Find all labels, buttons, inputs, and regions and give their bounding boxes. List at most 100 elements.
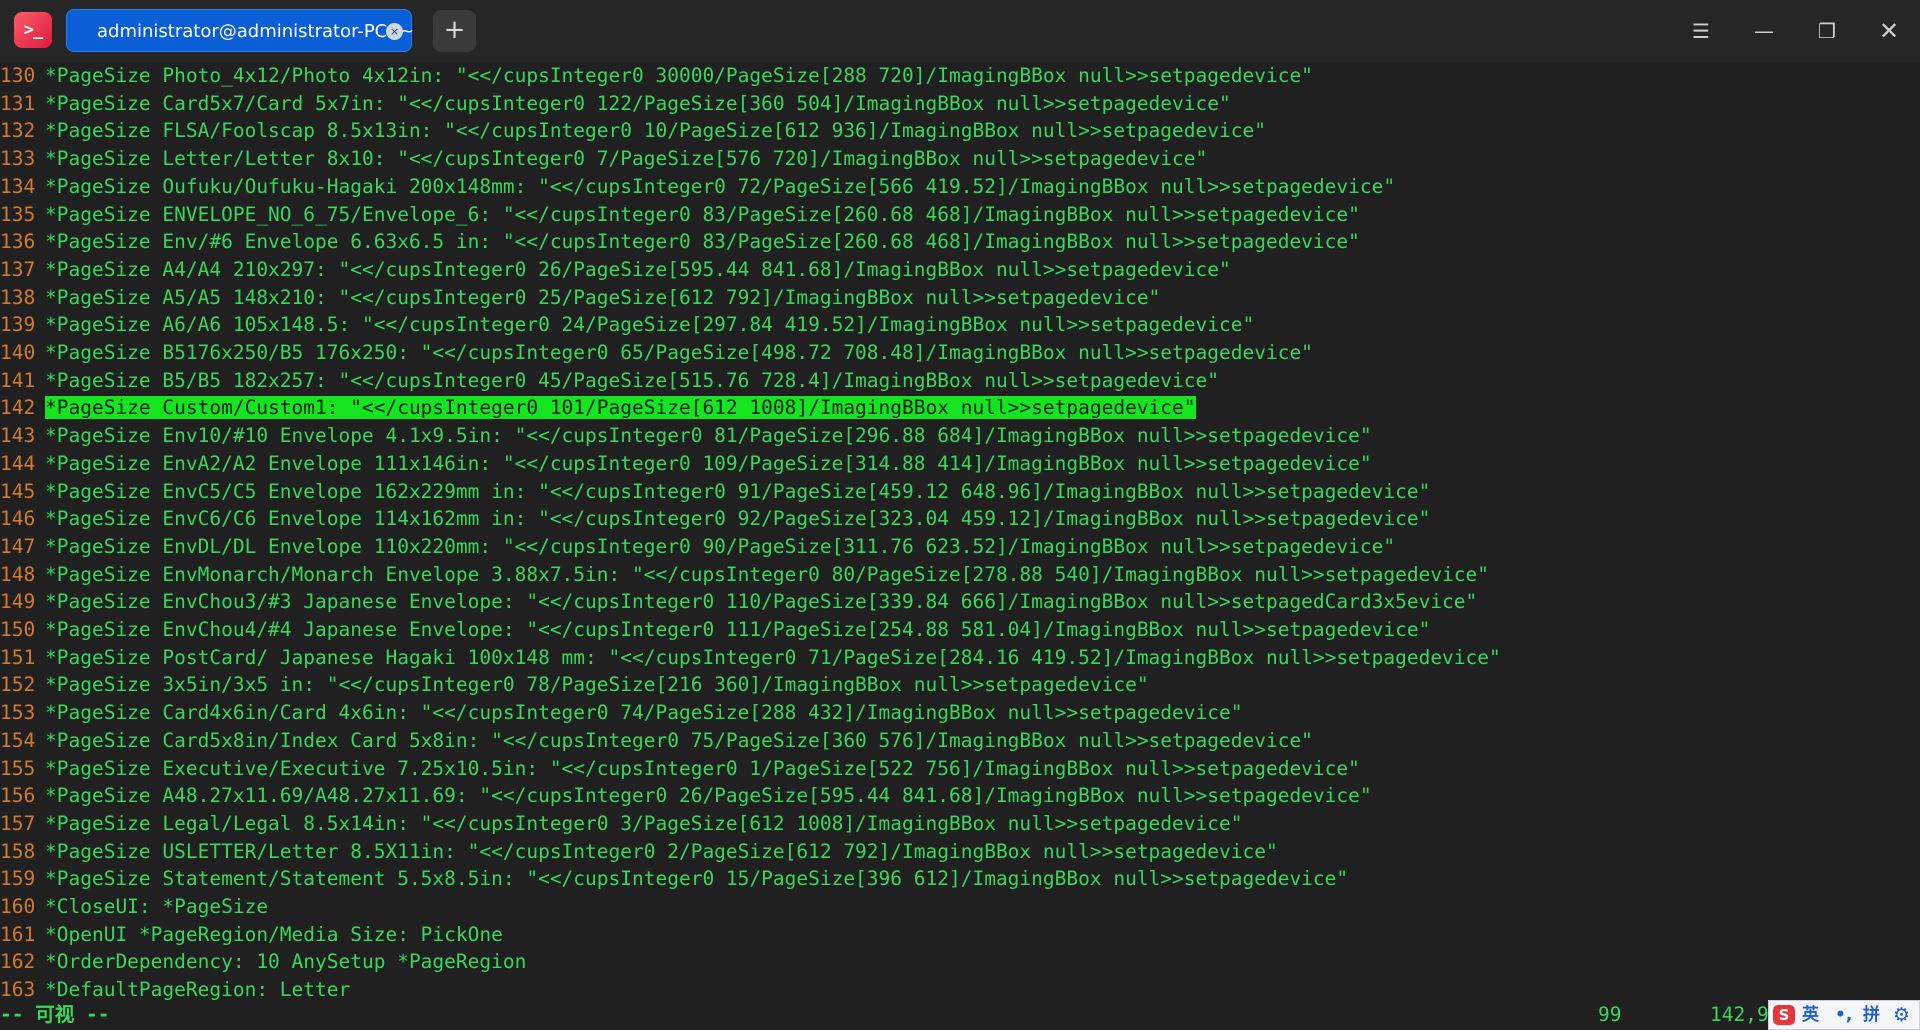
terminal-line[interactable]: 132 *PageSize FLSA/Foolscap 8.5x13in: "<<… — [0, 117, 1266, 144]
line-text: *PageSize Env10/#10 Envelope 4.1x9.5in: … — [45, 424, 1372, 448]
terminal-text-area[interactable]: 130 *PageSize Photo_4x12/Photo 4x12in: "<… — [0, 62, 1920, 1008]
terminal-line[interactable]: 143 *PageSize Env10/#10 Envelope 4.1x9.5i… — [0, 422, 1372, 449]
maximize-icon[interactable]: ❐ — [1807, 12, 1847, 50]
minimize-icon[interactable]: — — [1744, 12, 1784, 50]
terminal-line[interactable]: 161 *OpenUI *PageRegion/Media Size: PickO… — [0, 921, 503, 948]
ime-punctuation-toggle[interactable]: •, — [1835, 1001, 1852, 1029]
terminal-line[interactable]: 158 *PageSize USLETTER/Letter 8.5X11in: "… — [0, 838, 1278, 865]
line-text: *PageSize 3x5in/3x5 in: "<</cupsInteger0… — [45, 673, 1149, 697]
terminal-line[interactable]: 137 *PageSize A4/A4 210x297: "<</cupsInte… — [0, 256, 1231, 283]
terminal-line[interactable]: 153 *PageSize Card4x6in/Card 4x6in: "<</c… — [0, 699, 1242, 726]
gear-icon[interactable]: ⚙ — [1893, 1001, 1910, 1029]
terminal-line[interactable]: 152 *PageSize 3x5in/3x5 in: "<</cupsInteg… — [0, 671, 1149, 698]
line-number: 158 — [0, 839, 36, 863]
line-number: 147 — [0, 534, 36, 558]
ime-language-toggle[interactable]: 英 — [1802, 1001, 1819, 1029]
terminal-line[interactable]: 162 *OrderDependency: 10 AnySetup *PageRe… — [0, 948, 526, 975]
tab-title: administrator@administrator-PC: ~ — [97, 21, 415, 42]
line-number: 141 — [0, 368, 36, 392]
line-number: 135 — [0, 202, 36, 226]
line-text: *PageSize Oufuku/Oufuku-Hagaki 200x148mm… — [45, 174, 1396, 198]
terminal-line[interactable]: 134 *PageSize Oufuku/Oufuku-Hagaki 200x14… — [0, 173, 1395, 200]
terminal-line[interactable]: 145 *PageSize EnvC5/C5 Envelope 162x229mm… — [0, 478, 1430, 505]
line-text: *PageSize Card5x7/Card 5x7in: "<</cupsIn… — [45, 91, 1231, 115]
menu-icon[interactable]: ☰ — [1681, 12, 1721, 50]
terminal-line[interactable]: 138 *PageSize A5/A5 148x210: "<</cupsInte… — [0, 284, 1160, 311]
terminal-line[interactable]: 155 *PageSize Executive/Executive 7.25x10… — [0, 755, 1360, 782]
line-number: 130 — [0, 64, 36, 87]
selected-line[interactable]: 142 *PageSize Custom/Custom1: "<</cupsInt… — [0, 394, 1196, 421]
terminal-line[interactable]: 130 *PageSize Photo_4x12/Photo 4x12in: "<… — [0, 62, 1313, 89]
line-text: *OpenUI *PageRegion/Media Size: PickOne — [45, 922, 503, 946]
line-number: 161 — [0, 922, 36, 946]
line-number: 162 — [0, 950, 36, 974]
terminal-line[interactable]: 139 *PageSize A6/A6 105x148.5: "<</cupsIn… — [0, 311, 1254, 338]
line-text: *PageSize ENVELOPE_NO_6_75/Envelope_6: "… — [45, 202, 1360, 226]
line-text: *PageSize Executive/Executive 7.25x10.5i… — [45, 756, 1360, 780]
line-number: 137 — [0, 257, 36, 281]
line-text: *PageSize EnvA2/A2 Envelope 111x146in: "… — [45, 451, 1372, 475]
line-text: *PageSize Legal/Legal 8.5x14in: "<</cups… — [45, 811, 1243, 835]
tab-terminal-session[interactable]: administrator@administrator-PC: ~ × — [66, 9, 415, 52]
line-number: 154 — [0, 728, 36, 752]
line-number: 144 — [0, 451, 36, 475]
vim-status-line: -- 可视 -- 99 142,9 — [0, 1000, 1920, 1030]
line-number: 159 — [0, 867, 36, 891]
line-text: *PageSize Letter/Letter 8x10: "<</cupsIn… — [45, 147, 1208, 171]
line-text: *PageSize EnvDL/DL Envelope 110x220mm: "… — [45, 534, 1396, 558]
line-text: *PageSize PostCard/ Japanese Hagaki 100x… — [45, 645, 1501, 669]
line-number: 132 — [0, 119, 36, 143]
line-number: 146 — [0, 507, 36, 531]
terminal-line[interactable]: 140 *PageSize B5176x250/B5 176x250: "<</c… — [0, 339, 1313, 366]
line-text: *PageSize B5/B5 182x257: "<</cupsInteger… — [45, 368, 1219, 392]
vim-mode-indicator: -- 可视 -- — [0, 1003, 110, 1026]
terminal-line[interactable]: 133 *PageSize Letter/Letter 8x10: "<</cup… — [0, 145, 1207, 172]
terminal-line[interactable]: 159 *PageSize Statement/Statement 5.5x8.5… — [0, 865, 1348, 892]
terminal-line[interactable]: 146 *PageSize EnvC6/C6 Envelope 114x162mm… — [0, 505, 1430, 532]
terminal-line[interactable]: 148 *PageSize EnvMonarch/Monarch Envelope… — [0, 561, 1489, 588]
terminal-line[interactable]: 144 *PageSize EnvA2/A2 Envelope 111x146in… — [0, 450, 1372, 477]
line-number: 156 — [0, 784, 36, 808]
line-number: 153 — [0, 701, 36, 725]
terminal-line[interactable]: 136 *PageSize Env/#6 Envelope 6.63x6.5 in… — [0, 228, 1360, 255]
cursor-position: 142,9 — [1710, 1003, 1769, 1026]
terminal-line[interactable]: 149 *PageSize EnvChou3/#3 Japanese Envelo… — [0, 588, 1477, 615]
terminal-line[interactable]: 147 *PageSize EnvDL/DL Envelope 110x220mm… — [0, 533, 1395, 560]
tab-close-icon[interactable]: × — [386, 23, 403, 40]
terminal-app-icon[interactable]: >_ — [14, 12, 52, 48]
terminal-line[interactable]: 151 *PageSize PostCard/ Japanese Hagaki 1… — [0, 644, 1501, 671]
line-text: *PageSize Card4x6in/Card 4x6in: "<</cups… — [45, 701, 1243, 725]
ime-toolbar[interactable]: S 英 •, 拼 ⚙ — [1768, 1000, 1920, 1030]
terminal-line[interactable]: 160 *CloseUI: *PageSize — [0, 893, 268, 920]
terminal-line[interactable]: 141 *PageSize B5/B5 182x257: "<</cupsInte… — [0, 367, 1219, 394]
line-number: 150 — [0, 618, 36, 641]
terminal-line[interactable]: 156 *PageSize A48.27x11.69/A48.27x11.69: … — [0, 782, 1372, 809]
line-text: *PageSize Custom/Custom1: "<</cupsIntege… — [45, 396, 1196, 420]
line-text: *PageSize A6/A6 105x148.5: "<</cupsInteg… — [45, 313, 1255, 337]
line-text: *PageSize EnvChou4/#4 Japanese Envelope:… — [45, 618, 1431, 641]
line-number: 145 — [0, 479, 36, 503]
line-text: *PageSize EnvMonarch/Monarch Envelope 3.… — [45, 562, 1490, 586]
line-number: 148 — [0, 562, 36, 586]
sogou-logo-icon[interactable]: S — [1773, 1005, 1795, 1025]
terminal-line[interactable]: 157 *PageSize Legal/Legal 8.5x14in: "<</c… — [0, 810, 1242, 837]
terminal-line[interactable]: 154 *PageSize Card5x8in/Index Card 5x8in:… — [0, 727, 1313, 754]
line-text: *OrderDependency: 10 AnySetup *PageRegio… — [45, 950, 527, 974]
line-number: 138 — [0, 285, 36, 309]
terminal-line[interactable]: 135 *PageSize ENVELOPE_NO_6_75/Envelope_6… — [0, 201, 1360, 228]
line-number: 140 — [0, 341, 36, 364]
ime-pinyin-mode[interactable]: 拼 — [1863, 1001, 1880, 1029]
line-number: 139 — [0, 313, 36, 337]
new-tab-button[interactable]: + — [433, 10, 476, 52]
line-number: 131 — [0, 91, 36, 115]
line-number: 136 — [0, 230, 36, 254]
line-text: *PageSize Env/#6 Envelope 6.63x6.5 in: "… — [45, 230, 1360, 254]
terminal-line[interactable]: 131 *PageSize Card5x7/Card 5x7in: "<</cup… — [0, 90, 1231, 117]
line-text: *PageSize EnvC6/C6 Envelope 114x162mm in… — [45, 507, 1431, 531]
line-text: *PageSize A4/A4 210x297: "<</cupsInteger… — [45, 257, 1231, 281]
terminal-line[interactable]: 150 *PageSize EnvChou4/#4 Japanese Envelo… — [0, 616, 1430, 643]
close-icon[interactable]: ✕ — [1869, 12, 1909, 50]
line-number: 151 — [0, 645, 36, 669]
line-number: 134 — [0, 174, 36, 198]
line-text: *PageSize Card5x8in/Index Card 5x8in: "<… — [45, 728, 1313, 752]
